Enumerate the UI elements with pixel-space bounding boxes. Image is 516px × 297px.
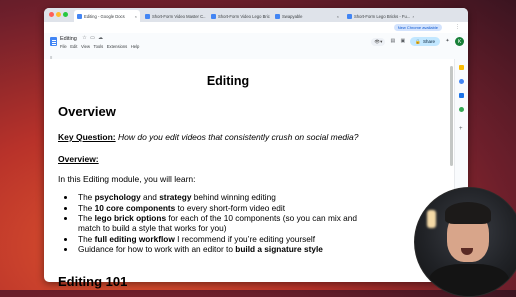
next-section-heading: Editing 101	[58, 274, 128, 289]
list-text: The	[78, 202, 95, 213]
list-text: The	[78, 192, 95, 202]
key-question-text: How do you edit videos that consistently…	[118, 132, 359, 142]
list-text: The	[78, 233, 95, 244]
gemini-icon[interactable]: ✦	[445, 39, 450, 44]
browser-tab[interactable]: Short-Form Video Master C...×	[142, 10, 206, 22]
tab-close-icon[interactable]: ×	[337, 14, 339, 19]
user-avatar[interactable]: K	[455, 37, 464, 46]
list-text: behind winning editing	[191, 192, 276, 202]
lock-icon: 🔒	[415, 38, 421, 44]
tab-label: Swapyable	[282, 13, 303, 19]
tab-label: Short-Form Video Lego Brick...	[218, 13, 270, 19]
menu-item[interactable]: View	[81, 44, 90, 49]
star-icon[interactable]: ☆	[82, 36, 87, 41]
browser-menu-icon[interactable]: ⋮	[455, 24, 460, 30]
menu-item[interactable]: Tools	[93, 44, 103, 49]
bold-phrase: full editing workflow	[94, 233, 175, 244]
bold-phrase: lego brick options	[94, 213, 167, 223]
presenter-body	[429, 264, 509, 296]
key-question: Key Question: How do you edit videos tha…	[58, 132, 359, 142]
tab-favicon-icon	[77, 13, 82, 19]
tab-favicon-icon	[347, 13, 352, 19]
minimize-window-icon[interactable]	[56, 12, 61, 17]
maps-icon[interactable]	[459, 107, 464, 112]
browser-tab[interactable]: Swapyable ×	[272, 10, 342, 22]
list-text: and	[140, 192, 160, 202]
tab-label: Editing - Google Docs	[84, 13, 125, 19]
menu-item[interactable]: Edit	[70, 44, 77, 49]
vertical-scrollbar[interactable]	[450, 66, 453, 166]
learning-list-item: The psychology and strategy behind winni…	[76, 192, 376, 202]
list-text: The	[78, 213, 95, 223]
close-window-icon[interactable]	[49, 12, 54, 17]
tab-favicon-icon	[211, 13, 216, 19]
tab-favicon-icon	[145, 13, 150, 19]
bold-phrase: build a signature style	[235, 244, 323, 254]
share-button[interactable]: 🔒 Share	[410, 37, 440, 46]
document-title[interactable]: Editing	[60, 36, 77, 42]
browser-tab[interactable]: Editing - Google Docs ×	[74, 10, 140, 22]
menu-item[interactable]: Help	[131, 44, 140, 49]
section-heading: Overview	[58, 104, 116, 119]
bold-phrase: 10 core components	[94, 202, 176, 213]
cloud-status-icon[interactable]: ☁	[98, 36, 103, 41]
bold-phrase: psychology	[94, 192, 141, 202]
add-on-plus-icon[interactable]: +	[459, 126, 464, 132]
tab-close-icon[interactable]: ×	[135, 14, 137, 19]
browser-tab[interactable]: Short-Form Lego Bricks - Fu... ×	[344, 10, 414, 22]
list-text: Guidance for how to work with an editor …	[78, 244, 236, 254]
tab-label: Short-Form Video Master C...	[152, 13, 206, 19]
tab-favicon-icon	[275, 13, 280, 19]
editing-mode-button[interactable]: 👁▾	[371, 37, 386, 46]
intro-text: In this Editing module, you will learn:	[58, 174, 196, 184]
learning-list-item: Guidance for how to work with an editor …	[76, 244, 376, 254]
meet-icon[interactable]: ▣	[400, 39, 406, 44]
overview-label: Overview:	[58, 154, 99, 164]
presenter-hair	[445, 202, 491, 224]
document-heading: Editing	[206, 74, 250, 88]
docs-header: Editing ☆ ▭ ☁ File Edit View Tools Extension…	[44, 33, 468, 59]
new-chrome-available-button[interactable]: New Chrome available	[393, 24, 442, 31]
tasks-icon[interactable]	[459, 79, 464, 84]
tab-label: Short-Form Lego Bricks - Fu...	[354, 13, 411, 19]
webcam-overlay	[414, 187, 516, 297]
comment-history-icon[interactable]: ▤	[390, 39, 396, 44]
tab-strip: Editing - Google Docs × Short-Form Video M…	[44, 8, 468, 22]
google-docs-logo-icon[interactable]	[50, 37, 57, 46]
share-label: Share	[422, 39, 435, 44]
list-text: I recommend if you’re editing yourself	[174, 233, 316, 244]
tab-close-icon[interactable]: ×	[412, 14, 414, 19]
contacts-icon[interactable]	[459, 93, 464, 98]
learning-list: The psychology and strategy behind winni…	[66, 192, 376, 255]
browser-tab[interactable]: Short-Form Video Lego Brick...×	[208, 10, 270, 22]
move-folder-icon[interactable]: ▭	[90, 36, 95, 41]
docs-menu-bar: File Edit View Tools Extensions Help	[60, 44, 139, 49]
key-question-label: Key Question:	[58, 132, 116, 142]
keep-icon[interactable]	[459, 65, 464, 70]
document-outline-icon[interactable]: ≡	[50, 55, 52, 60]
menu-item[interactable]: File	[60, 44, 67, 49]
learning-list-item: The lego brick options for each of the 1…	[76, 213, 376, 233]
list-text: to every short-form video edit	[175, 202, 286, 213]
menu-item[interactable]: Extensions	[107, 44, 127, 49]
studio-light	[427, 210, 436, 228]
learning-list-item: The 10 core components to every short-fo…	[76, 203, 376, 213]
bold-phrase: strategy	[159, 192, 192, 202]
maximize-window-icon[interactable]	[63, 12, 68, 17]
learning-list-item: The full editing workflow I recommend if…	[76, 234, 376, 244]
